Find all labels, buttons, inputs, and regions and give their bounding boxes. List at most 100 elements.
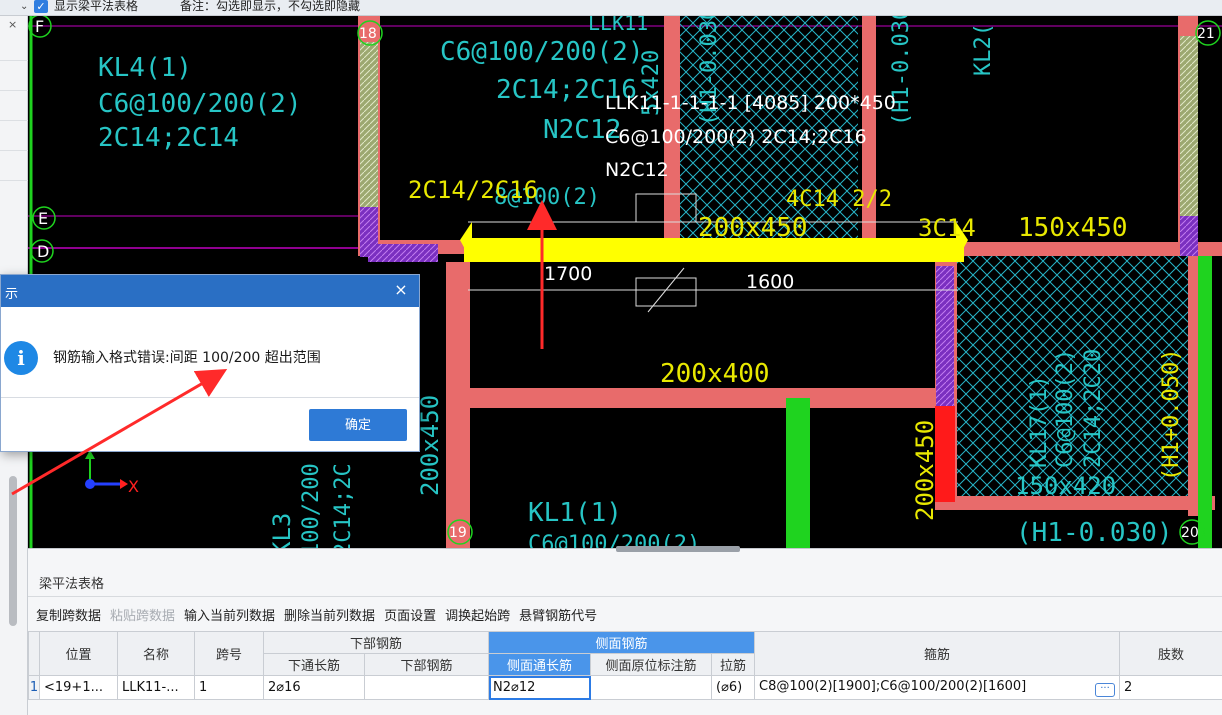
beam-table-panel: 梁平法表格 复制跨数据 粘贴跨数据 输入当前列数据 删除当前列数据 页面设置 调换起始跨悬… xyxy=(28,546,1222,715)
beam-label: C6@100(2) xyxy=(1053,349,1078,468)
column xyxy=(1180,216,1198,256)
rebar-label: 200x450 xyxy=(698,213,808,243)
axis-label: 18 xyxy=(359,26,377,42)
beam-label: KL2( xyxy=(971,23,996,76)
rebar-label: 3C14 xyxy=(918,214,976,242)
green-post xyxy=(786,398,810,548)
beam-label: KL17(1) xyxy=(1027,375,1052,468)
index-header xyxy=(28,631,40,676)
beam-label: KL1(1) xyxy=(528,498,622,528)
position-header[interactable]: 位置 xyxy=(39,631,118,676)
row-index[interactable]: 1 xyxy=(28,675,40,700)
beam-red xyxy=(470,388,935,408)
axis-label: 20 xyxy=(1181,525,1199,541)
show-table-checkbox[interactable]: ✓ xyxy=(34,0,48,13)
left-scrollbar[interactable] xyxy=(9,476,17,626)
span-dimension: 1600 xyxy=(746,271,794,293)
beam-red xyxy=(446,262,470,548)
bottom-through-cell[interactable]: 2⌀16 xyxy=(263,675,365,700)
stirrup-cell[interactable]: C8@100(2)[1900];C6@100/200(2)[1600] ··· xyxy=(754,675,1121,700)
divider xyxy=(1,397,419,398)
beam-label: 2C14;2C20 xyxy=(1081,349,1106,468)
info-icon: i xyxy=(4,341,38,375)
name-header[interactable]: 名称 xyxy=(117,631,195,676)
axis-label: 21 xyxy=(1197,26,1215,42)
stirrup-value[interactable]: C8@100(2)[1900];C6@100/200(2)[1600] xyxy=(759,679,1026,694)
beam-label: (H1-0.030) xyxy=(1016,518,1173,548)
legs-header[interactable]: 肢数 xyxy=(1119,631,1222,676)
bottom-bars-cell[interactable] xyxy=(363,675,490,700)
span-no-cell[interactable]: 1 xyxy=(194,675,264,700)
show-table-label: 显示梁平法表格 xyxy=(54,0,139,13)
ok-button[interactable]: 确定 xyxy=(309,409,407,441)
rebar-label: 4C14 2/2 xyxy=(786,187,892,212)
position-cell[interactable]: <19+1... xyxy=(39,675,118,700)
svg-text:X: X xyxy=(128,477,139,496)
selected-beam-name: LLK11-1-1-1-1 [4085] 200*450 xyxy=(605,92,896,114)
dialog-title: 示 xyxy=(5,287,19,302)
rebar-label: 150x450 xyxy=(1018,213,1128,243)
selected-beam-side: N2C12 xyxy=(605,159,669,181)
table-row[interactable]: 1 <19+1... LLK11-... 1 2⌀16 N2⌀12 (⌀6) C… xyxy=(28,675,1222,700)
beam-label: LLK11 xyxy=(588,16,648,35)
side-through-cell[interactable]: N2⌀12 xyxy=(488,675,592,700)
delete-column-data-button[interactable]: 删除当前列数据 xyxy=(284,605,375,624)
side-inplace-cell[interactable] xyxy=(590,675,713,700)
panel-toolbar: 复制跨数据 粘贴跨数据 输入当前列数据 删除当前列数据 页面设置 调换起始跨 悬臂钢筋代号 xyxy=(36,605,606,624)
column xyxy=(360,42,378,207)
section-mark xyxy=(635,277,697,307)
copy-span-data-button[interactable]: 复制跨数据 xyxy=(36,605,101,624)
name-cell[interactable]: LLK11-... xyxy=(117,675,195,700)
side-rebar-group-header: 侧面钢筋 xyxy=(488,631,756,654)
axis-label: E xyxy=(38,209,48,228)
beam-label: 200x450 xyxy=(416,395,444,496)
span-dimension: 1700 xyxy=(544,263,592,285)
top-option-bar: ⌄ ✓ 显示梁平法表格 备注：勾选即显示，不勾选即隐藏 xyxy=(0,0,1222,16)
axis-label: D xyxy=(37,242,49,261)
beam-label: 150x420 xyxy=(1015,472,1116,500)
more-icon[interactable]: ··· xyxy=(1095,682,1116,697)
error-message: 钢筋输入格式错误:间距 100/200 超出范围 xyxy=(53,350,321,366)
divider xyxy=(0,120,28,121)
close-icon[interactable]: × xyxy=(389,278,413,302)
panel-resize-handle[interactable] xyxy=(616,546,740,552)
side-through-header[interactable]: 侧面通长筋 xyxy=(488,653,592,676)
bottom-rebar-group-header: 下部钢筋 xyxy=(262,631,490,654)
span-no-header[interactable]: 跨号 xyxy=(194,631,264,676)
legs-cell[interactable]: 2 xyxy=(1119,675,1222,700)
divider xyxy=(0,60,28,61)
beam-label: KL4(1) xyxy=(98,53,192,83)
beam-table: 位置 名称 跨号 下部钢筋 侧面钢筋 箍筋 肢数 下通长筋 下部钢筋 侧面通长筋… xyxy=(28,631,1222,700)
divider xyxy=(0,180,28,181)
divider xyxy=(0,150,28,151)
chevron-down-icon[interactable]: ⌄ xyxy=(20,0,28,14)
beam-label: 100/200 xyxy=(299,463,324,548)
beam-label: 2C14;2C xyxy=(331,463,356,548)
bottom-through-header[interactable]: 下通长筋 xyxy=(263,653,365,676)
side-inplace-header[interactable]: 侧面原位标注筋 xyxy=(590,653,713,676)
rebar-label: 2C14/2C16 xyxy=(408,176,538,204)
axis-label: 19 xyxy=(449,525,467,541)
tie-bar-header[interactable]: 拉筋 xyxy=(711,653,756,676)
beam-label: C6@100/200(2) xyxy=(98,89,302,119)
divider xyxy=(0,90,28,91)
divider xyxy=(28,596,1222,597)
input-column-data-button[interactable]: 输入当前列数据 xyxy=(184,605,275,624)
cantilever-rebar-code-button[interactable]: 悬臂钢筋代号 xyxy=(519,605,597,624)
selected-beam-stirrup: C6@100/200(2) 2C14;2C16 xyxy=(605,126,867,148)
rebar-label: (H1+0.050) xyxy=(1159,349,1184,481)
paste-span-data-button[interactable]: 粘贴跨数据 xyxy=(110,605,175,624)
rebar-label: 200x450 xyxy=(911,420,939,521)
stirrup-header[interactable]: 箍筋 xyxy=(754,631,1121,676)
page-setup-button[interactable]: 页面设置 xyxy=(384,605,436,624)
bottom-bars-header[interactable]: 下部钢筋 xyxy=(363,653,490,676)
tie-bar-cell[interactable]: (⌀6) xyxy=(711,675,756,700)
swap-start-span-button[interactable]: 调换起始跨 xyxy=(445,605,510,624)
rebar-label: 200x400 xyxy=(660,359,770,389)
green-post xyxy=(1198,256,1212,548)
dialog-titlebar: 示 × xyxy=(1,275,419,307)
close-icon[interactable]: × xyxy=(8,18,17,31)
error-dialog: 示 × i 钢筋输入格式错误:间距 100/200 超出范围 确定 xyxy=(0,274,420,452)
axis-label: F xyxy=(35,17,44,36)
show-table-note: 备注：勾选即显示，不勾选即隐藏 xyxy=(180,0,361,13)
